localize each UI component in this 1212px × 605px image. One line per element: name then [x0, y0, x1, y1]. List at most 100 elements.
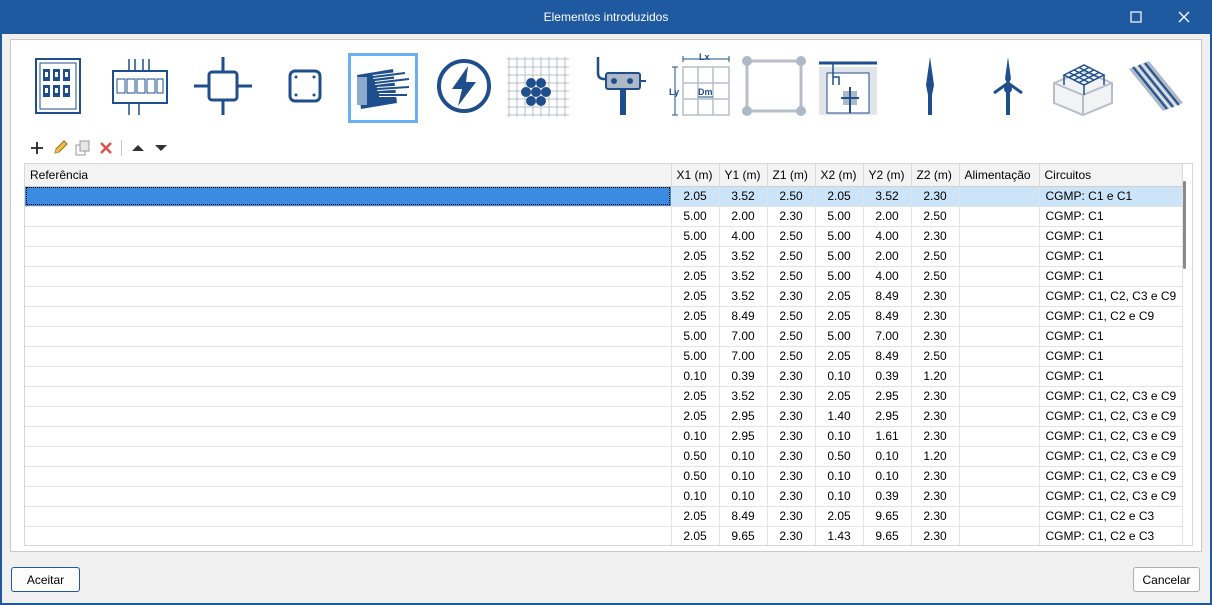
table-cell[interactable]: 2.05	[671, 306, 720, 327]
table-cell[interactable]	[25, 406, 672, 427]
table-row[interactable]: 5.00 4.00 2.50 5.00 4.00 2.30 CGMP: C1	[25, 226, 1184, 247]
table-cell[interactable]	[959, 506, 1040, 527]
table-cell[interactable]: 2.05	[671, 246, 720, 267]
table-cell[interactable]: 8.49	[719, 506, 768, 527]
table-cell[interactable]	[959, 366, 1040, 387]
move-down-icon[interactable]	[149, 139, 172, 157]
column-header[interactable]: Z1 (m)	[767, 164, 816, 187]
table-cell[interactable]: 2.05	[815, 286, 864, 307]
table-cell[interactable]	[25, 386, 672, 407]
table-cell[interactable]: 3.52	[719, 246, 768, 267]
table-cell[interactable]: 5.00	[815, 326, 864, 347]
table-cell[interactable]: CGMP: C1	[1039, 366, 1184, 387]
move-up-icon[interactable]	[126, 139, 149, 157]
table-cell[interactable]: 3.52	[719, 266, 768, 287]
table-cell[interactable]: 2.30	[911, 426, 960, 447]
table-cell[interactable]: 5.00	[815, 266, 864, 287]
table-cell[interactable]: 0.50	[671, 466, 720, 487]
table-cell[interactable]: CGMP: C1, C2, C3 e C9	[1039, 466, 1184, 487]
table-row[interactable]: 2.05 2.95 2.30 1.40 2.95 2.30 CGMP: C1, C2, C3…	[25, 406, 1184, 427]
table-cell[interactable]: CGMP: C1, C2, C3 e C9	[1039, 486, 1184, 507]
table-cell[interactable]: 1.61	[863, 426, 912, 447]
table-cell[interactable]: 8.49	[863, 306, 912, 327]
table-cell[interactable]: 5.00	[671, 206, 720, 227]
column-header[interactable]: X2 (m)	[815, 164, 864, 187]
table-cell[interactable]	[25, 266, 672, 287]
table-cell[interactable]: 0.50	[671, 446, 720, 467]
table-cell[interactable]	[25, 526, 672, 545]
table-cell[interactable]	[959, 466, 1040, 487]
table-cell[interactable]: 2.05	[815, 186, 864, 207]
table-cell[interactable]: 2.30	[911, 326, 960, 347]
table-cell[interactable]: CGMP: C1, C2, C3 e C9	[1039, 426, 1184, 447]
delete-icon[interactable]	[94, 139, 117, 157]
table-cell[interactable]	[25, 306, 672, 327]
table-cell[interactable]	[25, 246, 672, 267]
table-cell[interactable]	[959, 406, 1040, 427]
table-cell[interactable]: 2.50	[767, 186, 816, 207]
table-cell[interactable]: 8.49	[863, 286, 912, 307]
table-cell[interactable]	[25, 286, 672, 307]
table-cell[interactable]: 2.30	[767, 286, 816, 307]
table-cell[interactable]: 8.49	[719, 306, 768, 327]
table-cell[interactable]: 2.50	[911, 266, 960, 287]
table-cell[interactable]	[25, 426, 672, 447]
table-cell[interactable]: 0.50	[815, 446, 864, 467]
lightning-icon[interactable]	[431, 53, 497, 119]
table-cell[interactable]: 0.10	[671, 366, 720, 387]
table-cell[interactable]	[959, 386, 1040, 407]
close-button[interactable]	[1173, 6, 1195, 28]
table-cell[interactable]	[959, 306, 1040, 327]
table-cell[interactable]: 2.95	[863, 386, 912, 407]
table-cell[interactable]: 3.52	[719, 186, 768, 207]
table-cell[interactable]: 3.52	[719, 386, 768, 407]
table-row[interactable]: 2.05 3.52 2.50 5.00 4.00 2.50 CGMP: C1	[25, 266, 1184, 287]
table-cell[interactable]: 0.10	[671, 486, 720, 507]
table-cell[interactable]: 1.43	[815, 526, 864, 545]
table-cell[interactable]: 2.05	[815, 346, 864, 367]
table-row[interactable]: 5.00 7.00 2.50 5.00 7.00 2.30 CGMP: C1	[25, 326, 1184, 347]
vertical-scrollbar[interactable]	[1183, 181, 1186, 269]
table-cell[interactable]: 5.00	[671, 226, 720, 247]
earth-pit-icon[interactable]	[815, 53, 881, 119]
table-cell[interactable]: 9.65	[719, 526, 768, 545]
table-cell[interactable]: 7.00	[863, 326, 912, 347]
column-header[interactable]: Alimentação	[959, 164, 1040, 187]
table-cell[interactable]: 2.30	[767, 446, 816, 467]
table-cell[interactable]: CGMP: C1, C2, C3 e C9	[1039, 286, 1184, 307]
table-cell[interactable]	[959, 486, 1040, 507]
maximize-button[interactable]	[1125, 6, 1147, 28]
table-cell[interactable]: 0.10	[815, 426, 864, 447]
column-header[interactable]: Circuitos	[1039, 164, 1184, 187]
table-cell[interactable]: 2.30	[767, 426, 816, 447]
table-cell[interactable]: 2.30	[911, 226, 960, 247]
table-cell[interactable]: 2.30	[911, 406, 960, 427]
copy-icon[interactable]	[71, 139, 94, 157]
table-row[interactable]: 2.05 8.49 2.50 2.05 8.49 2.30 CGMP: C1, C2 e C…	[25, 306, 1184, 327]
table-cell[interactable]	[959, 186, 1040, 207]
table-cell[interactable]: CGMP: C1	[1039, 246, 1184, 267]
foundation-cage-icon[interactable]	[1050, 53, 1116, 119]
table-cell[interactable]: CGMP: C1, C2 e C3	[1039, 526, 1184, 545]
table-cell[interactable]: CGMP: C1 e C1	[1039, 186, 1184, 207]
table-cell[interactable]	[25, 366, 672, 387]
junction-box-icon[interactable]	[190, 53, 256, 119]
connection-box-icon[interactable]	[272, 53, 338, 119]
table-cell[interactable]: CGMP: C1	[1039, 206, 1184, 227]
table-cell[interactable]: 2.95	[719, 406, 768, 427]
table-cell[interactable]: 0.10	[719, 486, 768, 507]
table-cell[interactable]	[959, 326, 1040, 347]
table-row[interactable]: 0.50 0.10 2.30 0.10 0.10 2.30 CGMP: C1, C2, C3…	[25, 466, 1184, 487]
table-row[interactable]: 2.05 3.52 2.50 2.05 3.52 2.30 CGMP: C1 e C1	[25, 186, 1184, 207]
table-cell[interactable]	[959, 426, 1040, 447]
table-cell[interactable]	[25, 506, 672, 527]
table-cell[interactable]: 2.05	[815, 386, 864, 407]
table-cell[interactable]	[959, 246, 1040, 267]
table-cell[interactable]: CGMP: C1	[1039, 346, 1184, 367]
earth-mesh-icon[interactable]	[505, 53, 571, 119]
switchboard-panel-icon[interactable]	[25, 53, 91, 119]
table-row[interactable]: 0.10 0.39 2.30 0.10 0.39 1.20 CGMP: C1	[25, 366, 1184, 387]
table-cell[interactable]: 2.50	[911, 206, 960, 227]
table-cell[interactable]: CGMP: C1	[1039, 226, 1184, 247]
table-cell[interactable]: 9.65	[863, 526, 912, 545]
